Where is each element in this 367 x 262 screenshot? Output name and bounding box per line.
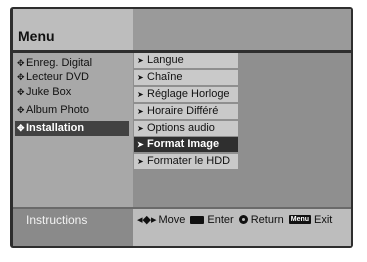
submenu-item-formater-hdd[interactable]: ➤ Formater le HDD [134, 154, 238, 169]
enter-key-icon [190, 215, 205, 224]
submenu-item-horaire-differe[interactable]: ➤ Horaire Différé [134, 104, 238, 119]
submenu-item-label: Langue [147, 54, 184, 66]
menu-item-label: Juke Box [26, 86, 72, 98]
diamond-dot-icon: ✥ [17, 58, 25, 68]
submenu-item-label: Formater le HDD [147, 155, 231, 167]
menu-item-label: Lecteur DVD [26, 71, 89, 83]
menu-title: Menu [18, 28, 55, 44]
right-arrow-icon: ➤ [137, 157, 144, 166]
submenu-item-label: Réglage Horloge [147, 88, 230, 100]
exit-label: Exit [314, 213, 333, 226]
right-arrow-icon: ➤ [137, 124, 144, 133]
enter-label: Enter [207, 213, 234, 226]
submenu-item-options-audio[interactable]: ➤ Options audio [134, 121, 238, 136]
submenu-item-format-image[interactable]: ➤ Format Image [134, 137, 238, 152]
submenu-item-chaine[interactable]: ➤ Chaîne [134, 70, 238, 85]
menu-item-lecteur-dvd[interactable]: ✥Lecteur DVD [15, 70, 129, 85]
menu-item-juke-box[interactable]: ✥Juke Box [15, 85, 129, 100]
submenu-item-langue[interactable]: ➤ Langue [134, 53, 238, 68]
return-circle-icon [238, 215, 248, 224]
diamond-dot-icon: ✥ [17, 87, 25, 97]
return-label: Return [250, 213, 284, 226]
menu-item-label: Album Photo [26, 104, 89, 116]
submenu-item-label: Horaire Différé [147, 105, 219, 117]
submenu-item-label: Options audio [147, 122, 215, 134]
menu-key-icon: Menu [288, 215, 312, 224]
menu-item-enreg-digital[interactable]: ✥Enreg. Digital [15, 56, 129, 71]
instructions-label: Instructions [26, 213, 88, 227]
submenu-item-label: Format Image [147, 138, 220, 150]
diamond-dot-icon: ✥ [17, 123, 25, 133]
diamond-dot-icon: ✥ [17, 105, 25, 115]
right-arrow-icon: ➤ [137, 107, 144, 116]
menu-item-installation[interactable]: ✥Installation [15, 121, 129, 136]
move-label: Move [158, 213, 186, 226]
title-band-right [133, 9, 351, 50]
right-arrow-icon: ➤ [137, 56, 144, 65]
menu-item-label: Installation [26, 122, 85, 134]
right-arrow-icon: ➤ [137, 140, 144, 149]
menu-item-album-photo[interactable]: ✥Album Photo [15, 103, 129, 118]
submenu-item-label: Chaîne [147, 71, 183, 83]
submenu-item-reglage-horloge[interactable]: ➤ Réglage Horloge [134, 87, 238, 102]
menu-item-label: Enreg. Digital [26, 57, 93, 69]
right-arrow-icon: ➤ [137, 73, 144, 82]
right-arrow-icon: ➤ [137, 90, 144, 99]
four-way-arrows-icon: ◂◆▸ [137, 214, 157, 226]
instructions-bar: ◂◆▸ Move Enter Return Menu Exit [137, 213, 333, 227]
diamond-dot-icon: ✥ [17, 72, 25, 82]
